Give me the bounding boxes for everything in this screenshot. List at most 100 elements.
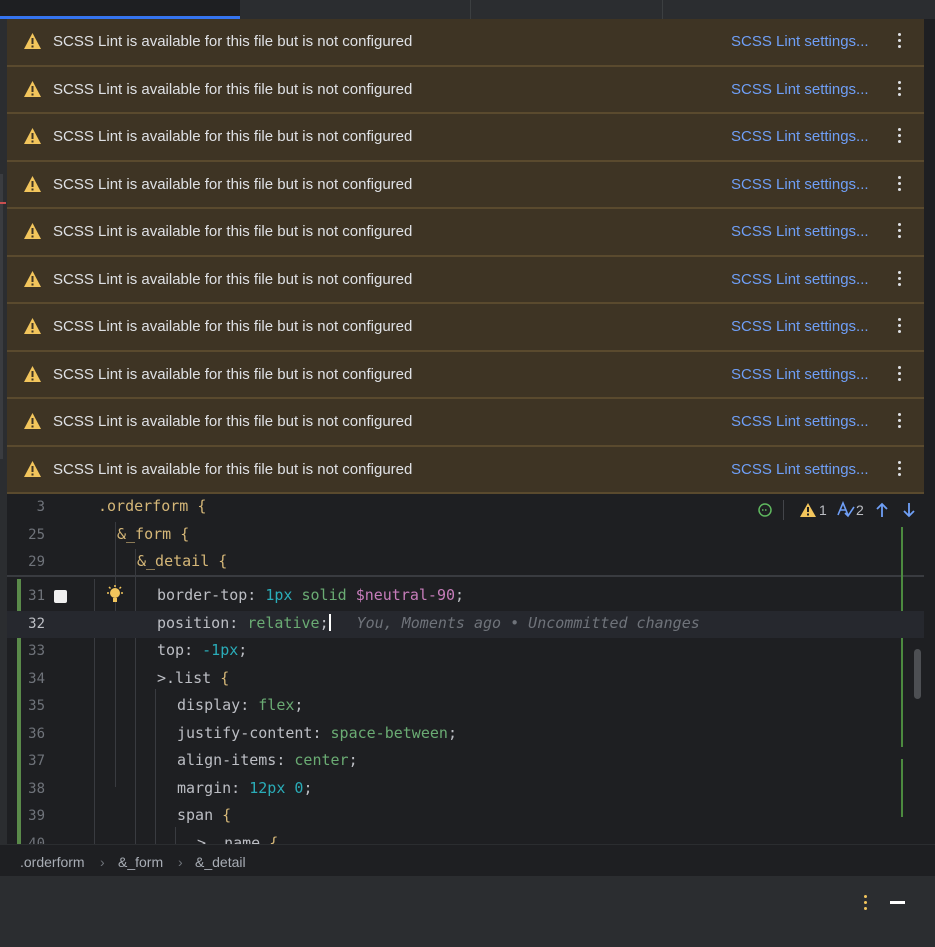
scss-lint-settings-link[interactable]: SCSS Lint settings... bbox=[731, 413, 869, 430]
left-tool-strip bbox=[0, 19, 7, 849]
line-number: 3 bbox=[36, 499, 45, 515]
code-token: { bbox=[220, 668, 230, 687]
scss-lint-settings-link[interactable]: SCSS Lint settings... bbox=[731, 223, 869, 240]
left-strip-scroll bbox=[0, 174, 3, 459]
code-token: center bbox=[294, 751, 349, 769]
code-line[interactable]: 38 margin: 12px 0; bbox=[7, 776, 924, 803]
line-number: 39 bbox=[28, 808, 45, 824]
warning-icon bbox=[24, 318, 41, 334]
line-code: margin: 12px 0; bbox=[177, 779, 312, 797]
code-line[interactable]: 37 align-items: center; bbox=[7, 748, 924, 775]
scss-lint-settings-link[interactable]: SCSS Lint settings... bbox=[731, 366, 869, 383]
line-code: span { bbox=[177, 806, 231, 824]
more-options-icon[interactable] bbox=[894, 31, 904, 51]
code-token: span bbox=[177, 806, 223, 824]
more-options-icon[interactable] bbox=[894, 269, 904, 289]
notification-banners: SCSS Lint is available for this file but… bbox=[7, 19, 924, 494]
banner-message: SCSS Lint is available for this file but… bbox=[53, 128, 413, 145]
scss-lint-settings-link[interactable]: SCSS Lint settings... bbox=[731, 461, 869, 478]
banner-message: SCSS Lint is available for this file but… bbox=[53, 460, 413, 478]
banner-message: SCSS Lint is available for this file but… bbox=[53, 175, 413, 193]
tab-2[interactable] bbox=[240, 0, 470, 19]
line-number: 36 bbox=[28, 725, 45, 742]
code-token: >._name bbox=[197, 833, 270, 845]
warning-icon bbox=[24, 33, 41, 49]
code-token: position: bbox=[157, 613, 248, 632]
breadcrumb-item[interactable]: &_detail bbox=[195, 854, 246, 870]
code-token: display: bbox=[177, 696, 259, 714]
line-number: 37 bbox=[28, 753, 45, 769]
code-line[interactable]: 36 justify-content: space-between; bbox=[7, 721, 924, 748]
line-code: >._name { bbox=[197, 834, 278, 845]
warning-icon bbox=[24, 365, 41, 382]
code-line[interactable]: 33 top: -1px; bbox=[7, 638, 924, 665]
more-options-icon[interactable] bbox=[894, 316, 904, 336]
code-token: ; bbox=[348, 751, 358, 769]
line-code: justify-content: space-between; bbox=[177, 724, 457, 742]
code-token: -1px bbox=[202, 641, 239, 659]
scss-lint-settings-link[interactable]: SCSS Lint settings... bbox=[731, 176, 869, 193]
line-code: align-items: center; bbox=[177, 751, 358, 769]
breadcrumb-item[interactable]: .orderform bbox=[20, 854, 85, 870]
code-token: 12px 0 bbox=[249, 778, 304, 797]
more-options-icon[interactable] bbox=[894, 221, 904, 241]
tab-4[interactable] bbox=[663, 0, 935, 19]
sticky-line-code: .orderform { bbox=[98, 497, 207, 515]
scss-lint-settings-link[interactable]: SCSS Lint settings... bbox=[731, 33, 869, 50]
code-token: justify-content: bbox=[177, 723, 331, 742]
tab-3[interactable] bbox=[471, 0, 662, 19]
line-number: 35 bbox=[28, 698, 45, 714]
minimize-icon[interactable] bbox=[890, 901, 905, 904]
notification-banner: SCSS Lint is available for this file but… bbox=[7, 66, 924, 114]
warning-icon bbox=[24, 270, 41, 287]
code-line[interactable]: 40 >._name { bbox=[7, 831, 924, 845]
scss-lint-settings-link[interactable]: SCSS Lint settings... bbox=[731, 81, 869, 98]
warning-icon bbox=[24, 128, 41, 144]
sticky-line[interactable]: 29 &_detail { bbox=[7, 549, 924, 576]
notification-banner: SCSS Lint is available for this file but… bbox=[7, 114, 924, 162]
more-options-icon[interactable] bbox=[862, 895, 868, 911]
code-line[interactable]: 39 span { bbox=[7, 803, 924, 830]
inline-blame[interactable]: You, Moments ago • Uncommitted changes bbox=[357, 614, 700, 632]
notification-banner: SCSS Lint is available for this file but… bbox=[7, 399, 924, 447]
scss-lint-settings-link[interactable]: SCSS Lint settings... bbox=[731, 128, 869, 145]
editor-tab-bar bbox=[0, 0, 935, 19]
code-token: ; bbox=[455, 586, 465, 604]
code-line[interactable]: 32 position: relative; You, Moments ago • … bbox=[7, 610, 924, 638]
code-token: { bbox=[269, 833, 279, 845]
code-line[interactable]: 31 border-top: 1px solid $neutral-90; bbox=[7, 583, 924, 610]
code-token: { bbox=[222, 806, 232, 824]
more-options-icon[interactable] bbox=[894, 459, 904, 479]
more-options-icon[interactable] bbox=[894, 174, 904, 194]
sticky-line[interactable]: 25 &_form { bbox=[7, 522, 924, 549]
code-token: ; bbox=[294, 696, 304, 714]
tab-active[interactable] bbox=[0, 0, 240, 19]
line-number: 29 bbox=[28, 554, 45, 570]
scss-lint-settings-link[interactable]: SCSS Lint settings... bbox=[731, 318, 869, 335]
more-options-icon[interactable] bbox=[894, 79, 904, 99]
code-editor[interactable]: 1 2 3 .orderform {25 &_form {29 &_detail {3… bbox=[7, 494, 924, 844]
warning-icon bbox=[24, 223, 41, 239]
code-token: ; bbox=[303, 778, 313, 797]
code-line[interactable]: 34 >.list { bbox=[7, 666, 924, 693]
line-number: 31 bbox=[28, 588, 45, 604]
notification-banner: SCSS Lint is available for this file but… bbox=[7, 304, 924, 352]
sticky-line-code: &_detail { bbox=[137, 552, 228, 570]
code-line[interactable]: 35 display: flex; bbox=[7, 693, 924, 720]
line-number: 32 bbox=[28, 615, 45, 632]
warning-icon bbox=[24, 175, 41, 192]
line-code: border-top: 1px solid $neutral-90; bbox=[157, 586, 464, 604]
line-number: 34 bbox=[28, 670, 45, 687]
code-token: ; bbox=[319, 613, 329, 632]
code-token: margin: bbox=[177, 778, 250, 797]
more-options-icon[interactable] bbox=[894, 411, 904, 431]
more-options-icon[interactable] bbox=[894, 364, 904, 384]
chevron-right-icon: › bbox=[100, 854, 105, 870]
bottom-tool-window bbox=[0, 875, 935, 947]
breadcrumb-item[interactable]: &_form bbox=[118, 854, 163, 870]
scss-lint-settings-link[interactable]: SCSS Lint settings... bbox=[731, 271, 869, 288]
sticky-line[interactable]: 3 .orderform { bbox=[7, 494, 924, 521]
more-options-icon[interactable] bbox=[894, 126, 904, 146]
warning-icon bbox=[24, 80, 41, 97]
banner-message: SCSS Lint is available for this file but… bbox=[53, 270, 413, 288]
